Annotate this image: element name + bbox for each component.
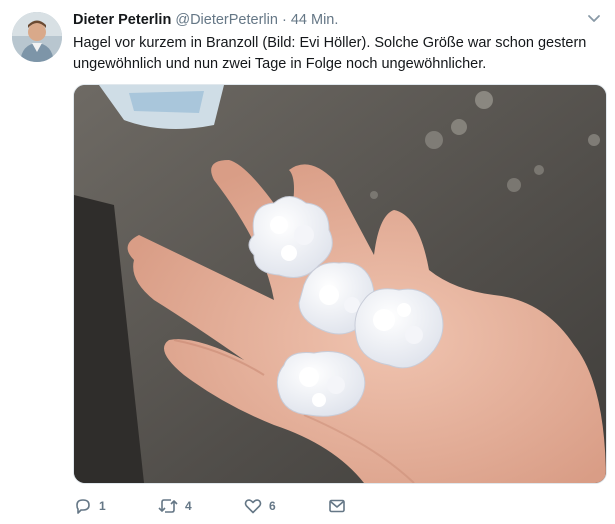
retweet-count: 4 <box>185 499 192 513</box>
like-button[interactable]: 6 <box>243 494 276 518</box>
reply-count: 1 <box>99 499 106 513</box>
avatar-image <box>12 12 62 62</box>
tweet-actions: 1 4 6 <box>73 494 473 518</box>
hailstones-in-hand-image <box>74 85 606 483</box>
retweet-icon <box>158 499 178 513</box>
author-avatar[interactable] <box>12 12 62 62</box>
reply-icon <box>76 499 90 514</box>
like-count: 6 <box>269 499 276 513</box>
tweet-timestamp[interactable]: 44 Min. <box>291 12 339 28</box>
retweet-button[interactable]: 4 <box>157 494 192 518</box>
direct-message-button[interactable] <box>327 494 347 518</box>
author-name[interactable]: Dieter Peterlin <box>73 12 171 28</box>
author-handle[interactable]: @DieterPeterlin <box>175 12 278 28</box>
message-icon <box>329 499 345 513</box>
tweet-header: Dieter Peterlin @DieterPeterlin · 44 Min… <box>73 11 338 29</box>
like-icon <box>244 499 262 514</box>
tweet-photo[interactable] <box>73 84 607 484</box>
reply-button[interactable]: 1 <box>73 494 106 518</box>
chevron-down-icon[interactable] <box>586 12 602 26</box>
separator-dot: · <box>281 12 287 28</box>
tweet-text: Hagel vor kurzem in Branzoll (Bild: Evi … <box>73 35 587 72</box>
hailstone <box>276 351 366 417</box>
